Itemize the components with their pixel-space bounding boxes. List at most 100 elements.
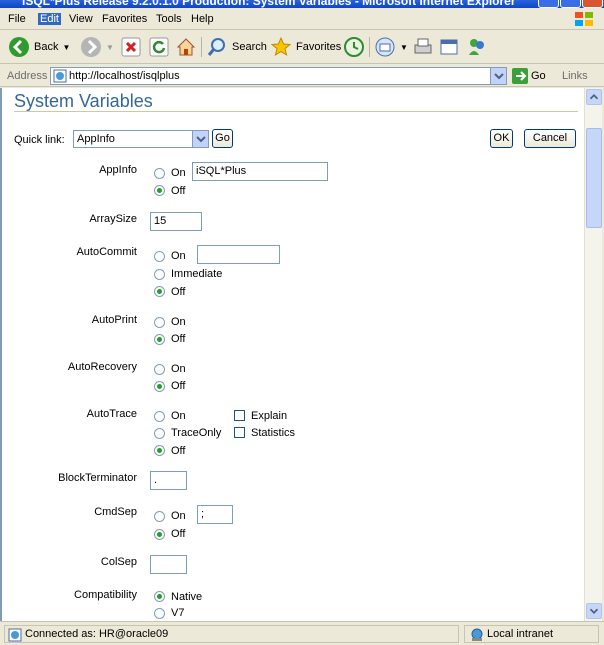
menu-edit[interactable]: Edit — [38, 13, 61, 25]
cmdsep-input[interactable]: ; — [197, 505, 233, 524]
title-bar: iSQL*Plus Release 9.2.0.1.0 Production: … — [0, 0, 604, 8]
autoprint-on-label: On — [171, 316, 186, 328]
blockterminator-input[interactable]: . — [150, 471, 187, 490]
appinfo-on-label: On — [171, 167, 186, 179]
cmdsep-on-label: On — [171, 510, 186, 522]
cancel-button[interactable]: Cancel — [524, 129, 576, 148]
autocommit-immediate-label: Immediate — [171, 268, 223, 280]
forward-button[interactable]: ▼ — [80, 35, 114, 59]
autorecovery-label: AutoRecovery — [67, 361, 137, 373]
vertical-scrollbar[interactable] — [584, 88, 602, 621]
arraysize-input[interactable]: 15 — [150, 212, 202, 231]
autocommit-immediate-radio[interactable] — [154, 269, 165, 280]
colsep-label: ColSep — [100, 556, 137, 568]
colsep-input[interactable] — [150, 555, 187, 574]
appinfo-off-radio[interactable] — [154, 185, 165, 196]
blockterminator-label: BlockTerminator — [58, 472, 137, 484]
favorites-label: Favorites — [296, 41, 342, 53]
cmdsep-off-label: Off — [171, 528, 186, 540]
autotrace-traceonly-radio[interactable] — [154, 428, 165, 439]
autotrace-off-radio[interactable] — [154, 445, 165, 456]
autocommit-input[interactable] — [197, 245, 280, 264]
menu-tools[interactable]: Tools — [156, 13, 182, 25]
search-label: Search — [232, 41, 267, 53]
forward-dropdown-icon[interactable]: ▼ — [106, 43, 114, 52]
messenger-button[interactable] — [466, 35, 488, 59]
refresh-icon — [149, 37, 169, 57]
favorites-button[interactable]: Favorites — [270, 35, 341, 59]
chevron-down-icon — [192, 131, 208, 147]
compatibility-v7-radio[interactable] — [154, 608, 165, 619]
autocommit-off-radio[interactable] — [154, 286, 165, 297]
autotrace-on-radio[interactable] — [154, 411, 165, 422]
autocommit-label: AutoCommit — [76, 246, 137, 258]
home-button[interactable] — [175, 35, 197, 59]
links-toolbar[interactable]: Links — [562, 70, 588, 82]
autorecovery-on-radio[interactable] — [154, 364, 165, 375]
menu-favorites[interactable]: Favorites — [102, 13, 147, 25]
cmdsep-on-radio[interactable] — [154, 511, 165, 522]
appinfo-label: AppInfo — [99, 164, 137, 176]
autotrace-traceonly-label: TraceOnly — [171, 427, 222, 439]
quick-link-go-button[interactable]: Go — [212, 129, 233, 148]
status-bar: Connected as: HR@oracle09 Local intranet — [0, 621, 604, 645]
edit-button[interactable] — [438, 35, 460, 59]
mail-button[interactable]: ▼ — [374, 35, 408, 59]
minimize-button[interactable] — [538, 0, 559, 8]
compatibility-native-radio[interactable] — [154, 591, 165, 602]
back-label: Back — [34, 41, 59, 53]
cmdsep-label: CmdSep — [94, 506, 137, 518]
edit-page-icon — [440, 39, 458, 55]
stop-button[interactable] — [120, 35, 142, 59]
autotrace-label: AutoTrace — [86, 408, 137, 420]
refresh-button[interactable] — [148, 35, 170, 59]
messenger-icon — [469, 39, 484, 55]
address-dropdown-icon[interactable] — [490, 68, 506, 84]
autotrace-statistics-checkbox[interactable] — [234, 427, 245, 438]
favorites-star-icon — [270, 36, 292, 57]
windows-logo-icon — [575, 12, 593, 26]
go-button[interactable]: Go — [512, 68, 546, 84]
menu-view[interactable]: View — [69, 13, 93, 25]
quick-link-select[interactable]: AppInfo — [73, 130, 209, 148]
scroll-up-button[interactable] — [586, 89, 602, 105]
menu-bar: File Edit View Favorites Tools Help — [0, 8, 604, 30]
stop-icon — [121, 37, 141, 57]
history-button[interactable] — [343, 35, 365, 59]
print-button[interactable] — [412, 35, 434, 59]
autotrace-explain-checkbox[interactable] — [234, 410, 245, 421]
back-button[interactable]: Back ▼ — [8, 35, 70, 59]
scroll-down-button[interactable] — [586, 603, 602, 619]
appinfo-off-label: Off — [171, 185, 186, 197]
toolbar-separator — [369, 37, 370, 57]
scroll-thumb[interactable] — [586, 128, 602, 228]
history-icon — [344, 37, 364, 57]
appinfo-on-radio[interactable] — [154, 168, 165, 179]
close-button[interactable] — [582, 0, 603, 8]
window-title: iSQL*Plus Release 9.2.0.1.0 Production: … — [22, 0, 516, 8]
back-dropdown-icon[interactable]: ▼ — [62, 43, 70, 52]
page-done-icon — [8, 628, 22, 642]
autoprint-on-radio[interactable] — [154, 317, 165, 328]
autotrace-statistics-label: Statistics — [251, 427, 296, 439]
home-icon — [176, 38, 196, 56]
autoprint-off-radio[interactable] — [154, 334, 165, 345]
status-zone-panel: Local intranet — [464, 625, 599, 643]
autorecovery-off-radio[interactable] — [154, 381, 165, 392]
quick-link-label: Quick link: — [14, 134, 65, 146]
maximize-button[interactable] — [560, 0, 581, 8]
appinfo-input[interactable]: iSQL*Plus — [192, 162, 328, 181]
intranet-icon — [471, 628, 483, 641]
menu-help[interactable]: Help — [191, 13, 214, 25]
address-input[interactable]: http://localhost/isqlplus — [50, 67, 507, 85]
cmdsep-off-radio[interactable] — [154, 529, 165, 540]
autocommit-on-radio[interactable] — [154, 251, 165, 262]
mail-dropdown-icon[interactable]: ▼ — [400, 43, 408, 52]
toolbar-separator — [201, 37, 202, 57]
menu-file[interactable]: File — [8, 13, 26, 25]
autorecovery-on-label: On — [171, 363, 186, 375]
autotrace-off-label: Off — [171, 445, 186, 457]
autocommit-on-label: On — [171, 250, 186, 262]
ok-button[interactable]: OK — [490, 129, 513, 148]
search-button[interactable]: Search — [206, 35, 267, 59]
